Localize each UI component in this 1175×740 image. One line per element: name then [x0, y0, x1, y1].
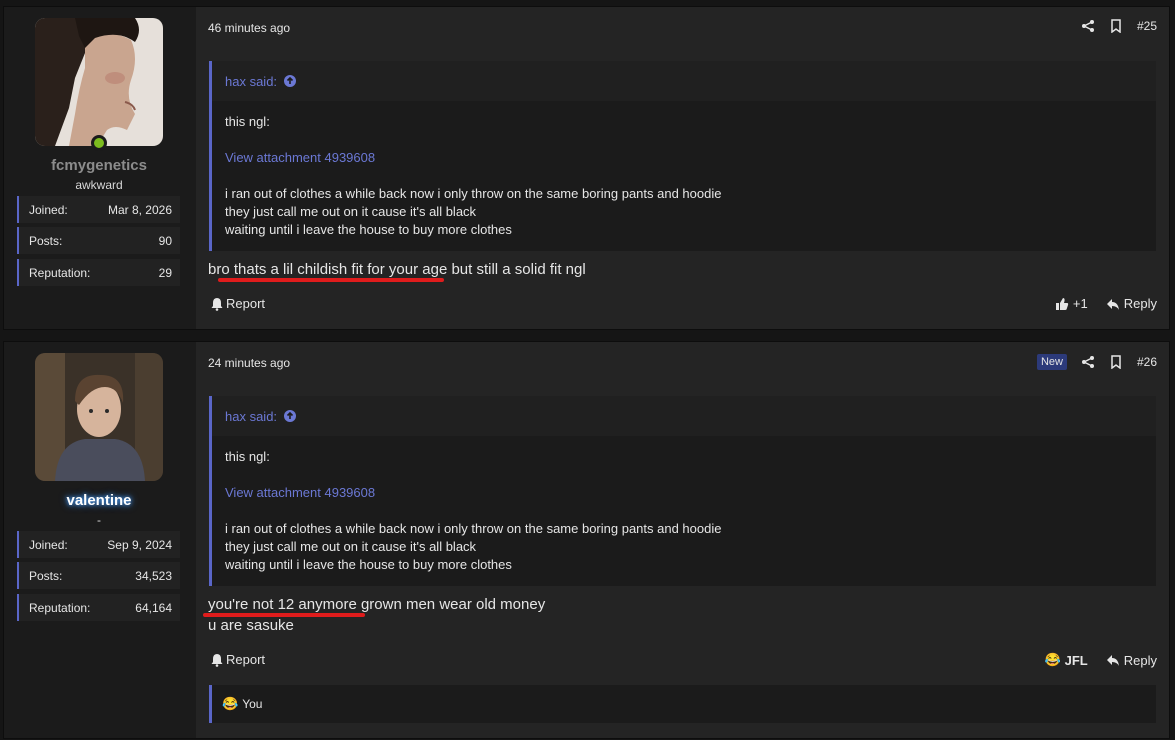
stat-joined: Joined: Sep 9, 2024	[17, 531, 180, 558]
stat-reputation: Reputation: 29	[17, 259, 180, 286]
new-badge: New	[1036, 354, 1067, 370]
quote-block: hax said: this ngl: View attachment 4939…	[209, 396, 1156, 586]
stat-label: Joined:	[29, 537, 68, 552]
stat-value: 64,164	[135, 600, 172, 615]
bell-icon	[210, 653, 224, 667]
post-message: bro thats a lil childish fit for your ag…	[208, 259, 586, 280]
arrow-up-circle-icon[interactable]	[283, 409, 297, 423]
thumbs-up-icon	[1055, 297, 1069, 311]
post-content: 46 minutes ago #25 hax said: this ngl: V…	[196, 7, 1169, 329]
stat-label: Posts:	[29, 233, 63, 248]
reaction-count: +1	[1072, 296, 1088, 311]
message-line: bro thats a lil childish fit for your ag…	[208, 261, 586, 278]
user-title: -	[97, 513, 101, 527]
avatar[interactable]	[35, 353, 163, 481]
share-icon[interactable]	[1081, 355, 1095, 369]
user-title: awkward	[75, 178, 123, 192]
attachment-link[interactable]: View attachment 4939608	[225, 484, 1156, 502]
quote-header[interactable]: hax said:	[212, 396, 1156, 436]
stat-reputation: Reputation: 64,164	[17, 594, 180, 621]
stat-posts: Posts: 90	[17, 227, 180, 254]
quote-line: they just call me out on it cause it's a…	[225, 204, 477, 219]
quote-line: this ngl:	[225, 114, 270, 129]
post-footer-actions: 😂 JFL Reply	[1044, 652, 1157, 668]
stat-label: Reputation:	[29, 600, 91, 615]
message-line: you're not 12 anymore grown men wear old…	[208, 596, 546, 613]
quote-paragraph: i ran out of clothes a while back now i …	[225, 520, 1156, 574]
reply-label: Reply	[1123, 296, 1157, 311]
stat-label: Reputation:	[29, 265, 91, 280]
reply-button[interactable]: Reply	[1106, 296, 1157, 311]
jfl-reaction[interactable]: 😂 JFL	[1044, 652, 1087, 668]
stat-value: 90	[158, 233, 172, 248]
post-number[interactable]: #26	[1137, 355, 1157, 369]
arrow-up-circle-icon[interactable]	[283, 74, 297, 88]
bookmark-icon[interactable]	[1109, 355, 1123, 369]
quote-header[interactable]: hax said:	[212, 61, 1156, 101]
report-label: Report	[226, 296, 266, 311]
quote-line: i ran out of clothes a while back now i …	[225, 186, 722, 201]
report-button[interactable]: Report	[210, 652, 265, 667]
post-footer-actions: +1 Reply	[1055, 296, 1157, 311]
quote-block: hax said: this ngl: View attachment 4939…	[209, 61, 1156, 251]
share-icon[interactable]	[1081, 19, 1095, 33]
post-date[interactable]: 46 minutes ago	[208, 21, 290, 35]
stat-value: 34,523	[135, 568, 172, 583]
user-info: valentine - Joined: Sep 9, 2024 Posts: 3…	[4, 342, 194, 738]
username[interactable]: valentine	[4, 492, 194, 509]
reply-icon	[1106, 653, 1120, 667]
quote-line: i ran out of clothes a while back now i …	[225, 521, 722, 536]
bookmark-icon[interactable]	[1109, 19, 1123, 33]
reply-button[interactable]: Reply	[1106, 653, 1157, 668]
post-26: valentine - Joined: Sep 9, 2024 Posts: 3…	[3, 341, 1170, 739]
avatar[interactable]	[35, 18, 163, 146]
stat-posts: Posts: 34,523	[17, 562, 180, 589]
quote-body: this ngl: View attachment 4939608 i ran …	[212, 101, 1156, 239]
laughing-emoji-icon: 😂	[222, 696, 239, 711]
report-button[interactable]: Report	[210, 296, 265, 311]
stat-label: Joined:	[29, 202, 68, 217]
stat-value: Mar 8, 2026	[107, 202, 172, 217]
quote-author[interactable]: hax said:	[225, 409, 277, 424]
stat-value: 29	[158, 265, 172, 280]
report-label: Report	[226, 652, 266, 667]
stat-value: Sep 9, 2024	[107, 537, 172, 552]
red-underline-annotation	[203, 613, 365, 617]
post-number[interactable]: #25	[1137, 19, 1157, 33]
stat-joined: Joined: Mar 8, 2026	[17, 196, 180, 223]
stat-label: Posts:	[29, 568, 63, 583]
quote-author[interactable]: hax said:	[225, 74, 277, 89]
quote-line: waiting until i leave the house to buy m…	[225, 222, 512, 237]
user-info: fcmygenetics awkward Joined: Mar 8, 2026…	[4, 7, 194, 329]
reaction-label: JFL	[1064, 652, 1088, 668]
quote-line: they just call me out on it cause it's a…	[225, 539, 477, 554]
quote-line: waiting until i leave the house to buy m…	[225, 557, 512, 572]
online-status-indicator	[91, 135, 107, 151]
post-date[interactable]: 24 minutes ago	[208, 356, 290, 370]
quote-line: this ngl:	[225, 449, 270, 464]
reactions-bar[interactable]: 😂 You	[209, 685, 1156, 723]
quote-body: this ngl: View attachment 4939608 i ran …	[212, 436, 1156, 574]
post-actions: New #26	[1036, 354, 1157, 370]
username[interactable]: fcmygenetics	[4, 157, 194, 174]
reply-label: Reply	[1123, 652, 1157, 668]
post-25: fcmygenetics awkward Joined: Mar 8, 2026…	[3, 6, 1170, 330]
red-underline-annotation	[218, 278, 444, 282]
post-actions: #25	[1081, 19, 1157, 33]
message-line: u are sasuke	[208, 617, 294, 634]
attachment-link[interactable]: View attachment 4939608	[225, 149, 1156, 167]
like-reaction[interactable]: +1	[1055, 296, 1088, 311]
laughing-emoji-icon: 😂	[1044, 652, 1061, 667]
quote-paragraph: i ran out of clothes a while back now i …	[225, 185, 1156, 239]
post-content: 24 minutes ago New #26 hax said: this ng…	[196, 342, 1169, 738]
reactions-users[interactable]: You	[242, 697, 262, 711]
bell-icon	[210, 297, 224, 311]
reply-icon	[1106, 297, 1120, 311]
